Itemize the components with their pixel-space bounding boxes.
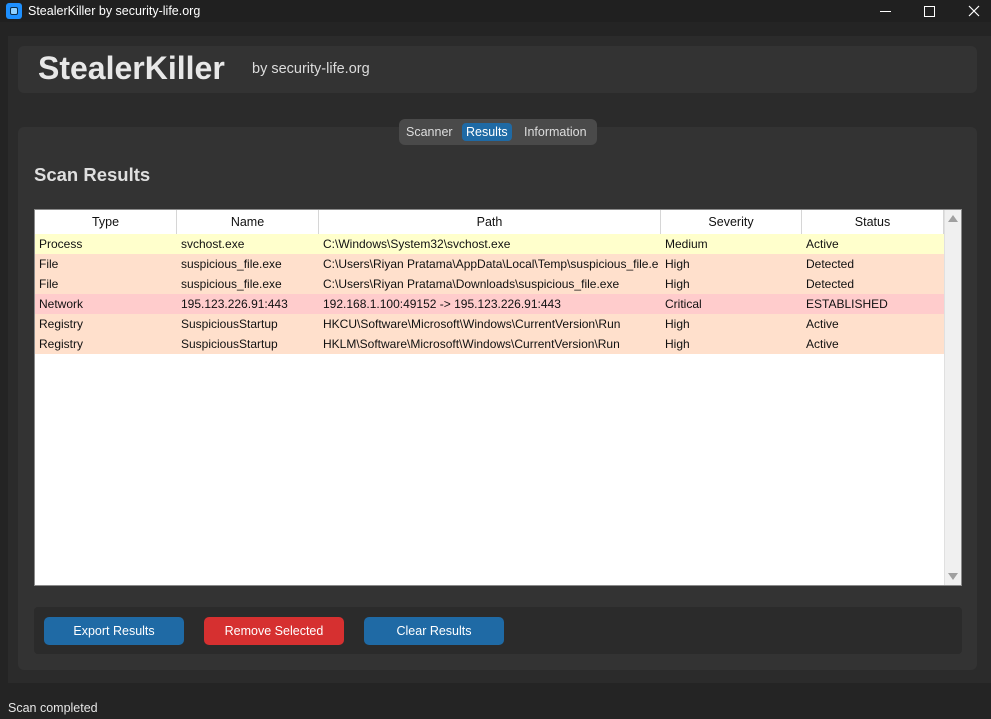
cell-type: Registry xyxy=(39,317,84,331)
results-table[interactable]: Type Name Path Severity Status Process sv… xyxy=(34,209,962,586)
column-header-status[interactable]: Status xyxy=(802,210,944,234)
column-header-path[interactable]: Path xyxy=(319,210,661,234)
cell-name: svchost.exe xyxy=(181,237,245,251)
table-row[interactable]: Registry SuspiciousStartup HKLM\Software\M… xyxy=(35,334,944,354)
app-icon xyxy=(6,3,22,19)
cell-type: Registry xyxy=(39,337,84,351)
app-header: StealerKiller by security-life.org xyxy=(18,46,977,93)
table-row[interactable]: Process svchost.exe C:\Windows\System32\sv… xyxy=(35,234,944,254)
cell-severity: Critical xyxy=(665,297,702,311)
cell-name: SuspiciousStartup xyxy=(181,337,278,351)
cell-type: File xyxy=(39,257,59,271)
cell-status: Active xyxy=(806,317,839,331)
cell-path: HKLM\Software\Microsoft\Windows\CurrentV… xyxy=(323,337,620,351)
cell-severity: High xyxy=(665,337,690,351)
cell-severity: High xyxy=(665,257,690,271)
cell-path: C:\Users\Riyan Pratama\AppData\Local\Tem… xyxy=(323,257,659,271)
tab-results[interactable]: Results xyxy=(462,123,512,141)
clear-results-button[interactable]: Clear Results xyxy=(364,617,504,645)
column-header-name[interactable]: Name xyxy=(177,210,319,234)
cell-type: Process xyxy=(39,237,83,251)
status-bar-text: Scan completed xyxy=(8,701,98,715)
cell-status: Active xyxy=(806,337,839,351)
app-title: StealerKiller xyxy=(38,50,225,86)
action-button-bar: Export Results Remove Selected Clear Res… xyxy=(34,607,962,654)
export-results-button[interactable]: Export Results xyxy=(44,617,184,645)
table-row[interactable]: Network 195.123.226.91:443 192.168.1.100:4… xyxy=(35,294,944,314)
cell-name: suspicious_file.exe xyxy=(181,257,282,271)
table-body: Process svchost.exe C:\Windows\System32\sv… xyxy=(35,234,944,354)
cell-type: File xyxy=(39,277,59,291)
cell-status: Active xyxy=(806,237,839,251)
cell-name: suspicious_file.exe xyxy=(181,277,282,291)
tab-scanner[interactable]: Scanner xyxy=(402,123,457,141)
cell-severity: Medium xyxy=(665,237,708,251)
table-row[interactable]: Registry SuspiciousStartup HKCU\Software\M… xyxy=(35,314,944,334)
table-header: Type Name Path Severity Status xyxy=(35,210,944,235)
app-subtitle: by security-life.org xyxy=(252,61,370,77)
tab-bar: Scanner Results Information xyxy=(399,119,597,145)
cell-status: Detected xyxy=(806,257,855,271)
cell-name: SuspiciousStartup xyxy=(181,317,278,331)
cell-severity: High xyxy=(665,317,690,331)
cell-path: C:\Users\Riyan Pratama\Downloads\suspici… xyxy=(323,277,620,291)
cell-path: HKCU\Software\Microsoft\Windows\CurrentV… xyxy=(323,317,621,331)
scroll-down-icon[interactable] xyxy=(948,573,958,580)
minimize-icon[interactable] xyxy=(862,0,908,22)
cell-status: ESTABLISHED xyxy=(806,297,888,311)
vertical-scrollbar[interactable] xyxy=(944,210,961,585)
maximize-icon[interactable] xyxy=(906,0,952,22)
table-row[interactable]: File suspicious_file.exe C:\Users\Riyan Pr… xyxy=(35,274,944,294)
remove-selected-button[interactable]: Remove Selected xyxy=(204,617,344,645)
close-icon[interactable] xyxy=(951,0,991,22)
window-title: StealerKiller by security-life.org xyxy=(28,4,201,18)
cell-path: C:\Windows\System32\svchost.exe xyxy=(323,237,511,251)
tab-information[interactable]: Information xyxy=(520,123,591,141)
column-header-type[interactable]: Type xyxy=(35,210,177,234)
cell-severity: High xyxy=(665,277,690,291)
scroll-up-icon[interactable] xyxy=(948,215,958,222)
results-heading: Scan Results xyxy=(34,164,151,185)
column-header-severity[interactable]: Severity xyxy=(661,210,802,234)
cell-path: 192.168.1.100:49152 -> 195.123.226.91:44… xyxy=(323,297,561,311)
title-bar: StealerKiller by security-life.org xyxy=(0,0,991,22)
cell-name: 195.123.226.91:443 xyxy=(181,297,288,311)
cell-type: Network xyxy=(39,297,84,311)
table-row[interactable]: File suspicious_file.exe C:\Users\Riyan Pr… xyxy=(35,254,944,274)
cell-status: Detected xyxy=(806,277,855,291)
